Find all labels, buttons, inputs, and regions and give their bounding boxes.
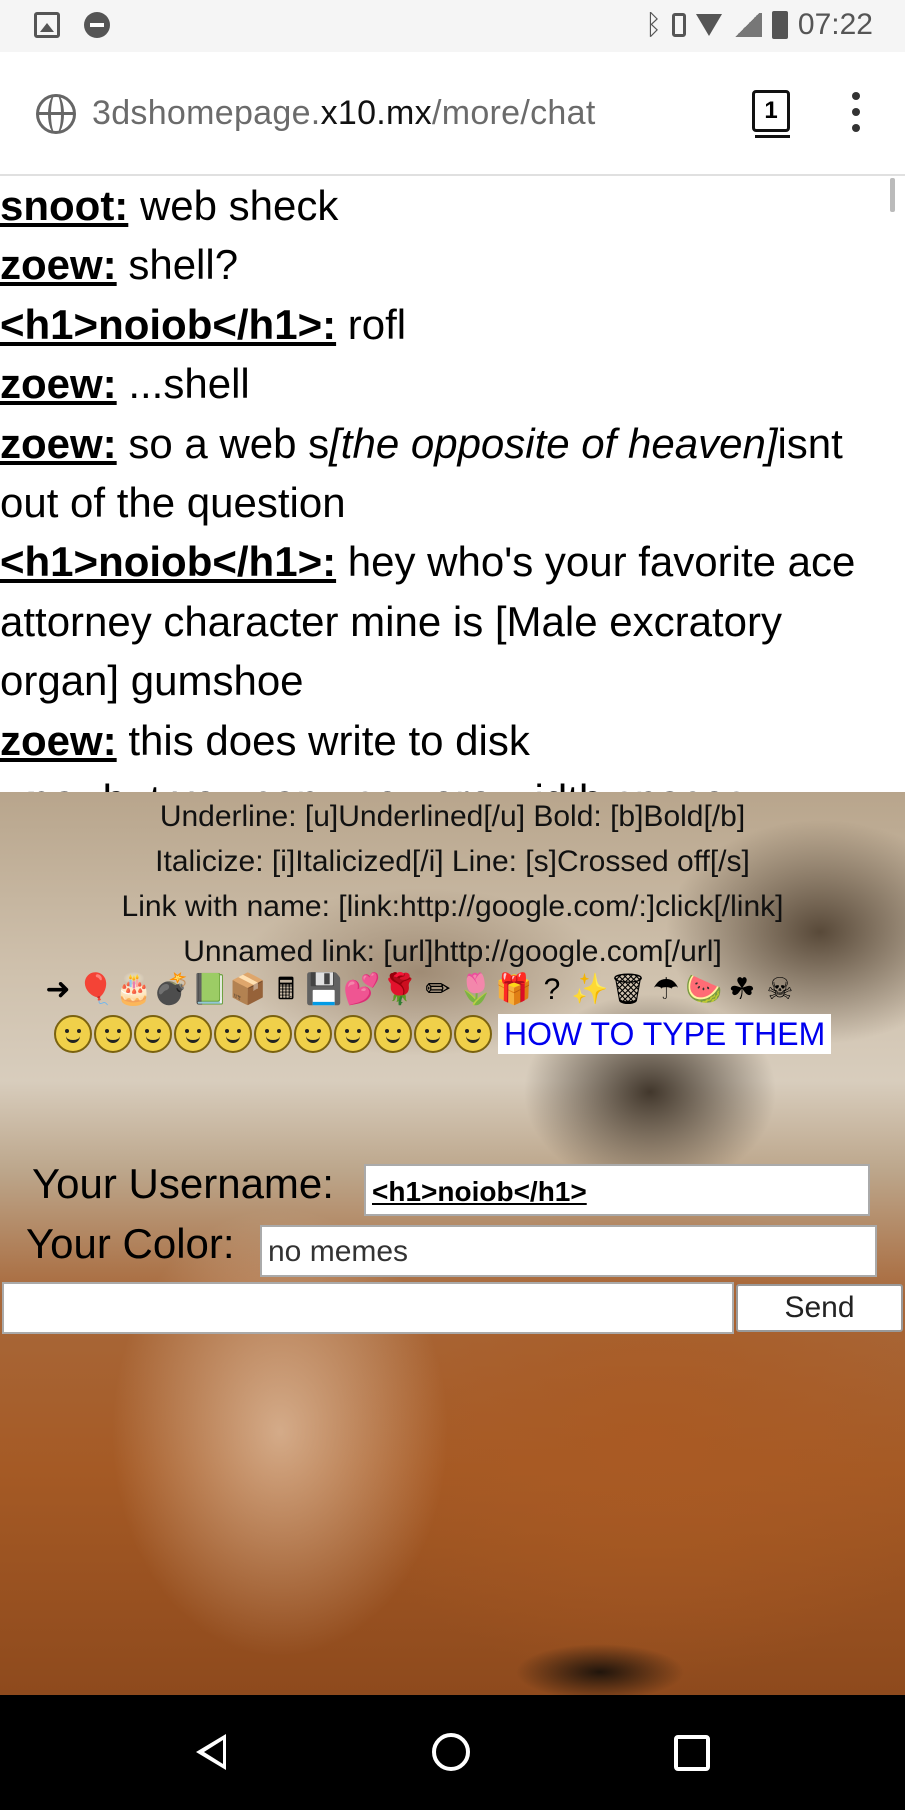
smiley-icon[interactable] [174,1015,212,1053]
chat-text: web sheck [128,182,339,229]
skull-icon[interactable]: ☠ [762,972,798,1008]
formatting-line: Unnamed link: [url]http://google.com[/ur… [183,935,722,968]
tab-switcher-button[interactable]: 1 [752,90,790,138]
umbrella-icon[interactable]: ☂ [648,972,684,1008]
formatting-line: Underline: [u]Underlined[/u] Bold: [b]Bo… [159,800,746,833]
chat-text: this does write to disk [116,716,530,764]
send-button[interactable]: Send [736,1284,903,1332]
scrollbar[interactable] [890,178,895,212]
formatting-line: Italicize: [i]Italicized[/i] Line: [s]Cr… [155,845,750,878]
emoticon-palette: ➜ 🎈 🎂 💣 📗 📦 🖩 💾 💕 🌹 ✏ 🌷 🎁? ✨ 🗑 ☂ 🍉 ☘ ☠ [40,972,870,1008]
chat-username[interactable]: snoot: [0,182,128,229]
home-icon[interactable] [432,1733,470,1771]
trash-icon[interactable]: 🗑 [609,972,647,1008]
globe-icon[interactable] [36,94,76,134]
chat-message: <h1>noiob</h1>: hey who's your favorite … [0,532,905,710]
url-domain: x10.mx [320,94,432,132]
formatting-line: Link with name: [link:http://google.com/… [121,890,784,923]
do-not-disturb-icon [84,12,110,38]
smiley-palette: HOW TO TYPE THEM [54,1014,832,1054]
chat-username[interactable]: <h1>noiob</h1>: [0,301,336,348]
chat-username[interactable]: uno: [0,776,91,792]
smiley-icon[interactable] [214,1015,252,1053]
chat-message: zoew: this does write to disk [0,711,905,770]
smiley-icon[interactable] [134,1015,172,1053]
chat-controls: Underline: [u]Underlined[/u] Bold: [b]Bo… [0,792,905,1695]
rose-icon[interactable]: 🌹 [381,972,418,1008]
image-notification-icon [34,12,60,38]
question-block-icon[interactable]: ? [534,972,570,1008]
chat-italic-text: [the opposite of heaven] [329,419,778,467]
url-host: 3dshomepage. [92,94,321,132]
url-field[interactable]: 3dshomepage.x10.mx/more/chat [92,94,596,133]
message-input[interactable] [2,1282,734,1334]
back-icon[interactable] [196,1734,226,1770]
username-label: Your Username: [32,1160,334,1207]
username-input[interactable]: <h1>noiob</h1> [364,1164,870,1216]
book-icon[interactable]: 📗 [191,972,228,1008]
holly-icon[interactable]: ☘ [724,972,760,1008]
url-path: /more/chat [431,94,596,132]
clock: 07:22 [797,8,873,41]
arrow-icon[interactable]: ➜ [40,972,76,1008]
chat-username[interactable]: zoew: [0,360,117,407]
smiley-icon[interactable] [294,1015,332,1053]
box-icon[interactable]: 📦 [229,972,266,1008]
pencil-icon[interactable]: ✏ [420,972,456,1008]
smiley-icon[interactable] [374,1015,412,1053]
wifi-icon [695,14,722,36]
smiley-icon[interactable] [334,1015,372,1053]
chat-username[interactable]: zoew: [0,717,117,764]
hearts-icon[interactable]: 💕 [343,972,380,1008]
chat-message: zoew: ...shell [0,354,905,413]
gift-icon[interactable]: 🎁 [495,972,532,1008]
chat-log[interactable]: snoot: web sheck zoew: shell? <h1>noiob<… [0,176,905,792]
tab-count: 1 [764,97,778,124]
sparkle-icon[interactable]: ✨ [571,972,608,1008]
chat-message: zoew: so a web s[the opposite of heaven]… [0,414,905,533]
chat-username[interactable]: <h1>noiob</h1>: [0,538,336,585]
chat-message: snoot: web sheck [0,176,905,235]
floppy-icon[interactable]: 💾 [305,972,342,1008]
recent-apps-icon[interactable] [674,1735,710,1771]
chat-message: zoew: shell? [0,235,905,294]
color-input[interactable]: no memes [260,1225,877,1277]
formatting-help: Underline: [u]Underlined[/u] Bold: [b]Bo… [0,792,905,974]
overflow-menu-icon[interactable] [852,92,860,132]
smiley-icon[interactable] [454,1015,492,1053]
chat-text: but you can use zero width spaces [91,776,747,792]
smiley-icon[interactable] [54,1015,92,1053]
color-label: Your Color: [26,1220,235,1267]
chat-username[interactable]: zoew: [0,241,117,288]
cake-icon[interactable]: 🎂 [115,972,152,1008]
signal-icon [731,13,762,37]
chat-message: <h1>noiob</h1>: rofl [0,295,905,354]
balloons-icon[interactable]: 🎈 [77,972,114,1008]
chat-text: shell? [116,241,239,289]
how-to-type-link[interactable]: HOW TO TYPE THEM [498,1014,832,1054]
calculator-icon[interactable]: 🖩 [268,972,304,1008]
chat-username[interactable]: zoew: [0,420,117,467]
bluetooth-icon: ᛒ [645,9,662,40]
smiley-icon[interactable] [254,1015,292,1053]
chat-message: uno: but you can use zero width spaces [0,770,905,792]
navigation-bar [0,1695,905,1810]
chat-text: ...shell [116,360,250,408]
vibrate-icon [671,13,686,37]
bomb-icon[interactable]: 💣 [153,972,190,1008]
status-bar: ᛒ 07:22 [0,0,905,52]
smiley-icon[interactable] [414,1015,452,1053]
smiley-icon[interactable] [94,1015,132,1053]
tulip-icon[interactable]: 🌷 [457,972,494,1008]
chat-text: so a web s [116,419,330,467]
watermelon-icon[interactable]: 🍉 [685,972,722,1008]
browser-toolbar: 3dshomepage.x10.mx/more/chat 1 [0,52,905,176]
battery-icon [771,11,788,39]
chat-text: rofl [336,300,407,348]
